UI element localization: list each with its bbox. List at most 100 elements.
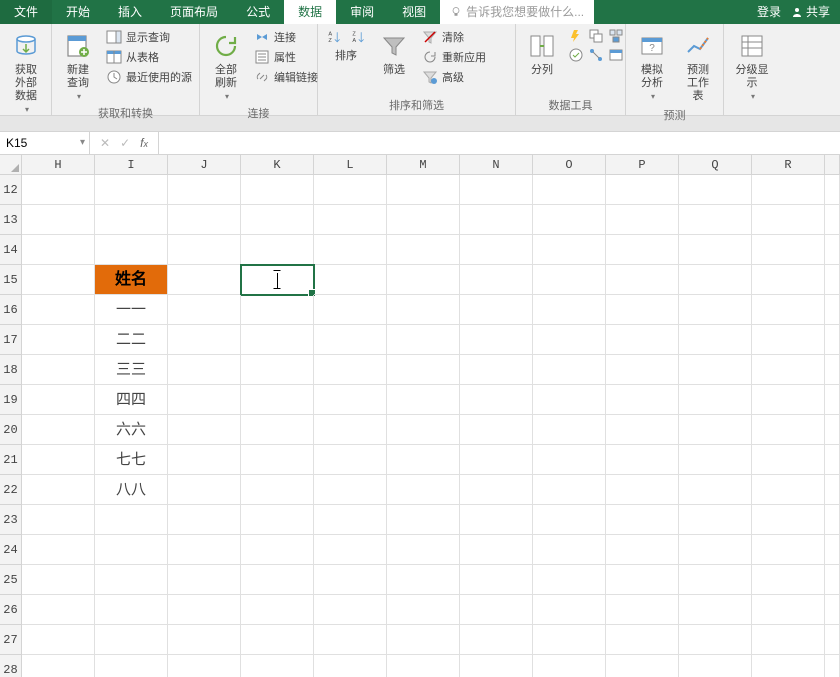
cell-I23[interactable] bbox=[95, 505, 168, 535]
cell-O13[interactable] bbox=[533, 205, 606, 235]
cell-I24[interactable] bbox=[95, 535, 168, 565]
tab-pagelayout[interactable]: 页面布局 bbox=[156, 0, 232, 24]
cell-J21[interactable] bbox=[168, 445, 241, 475]
cell-R13[interactable] bbox=[752, 205, 825, 235]
cell-H12[interactable] bbox=[22, 175, 95, 205]
cell-H17[interactable] bbox=[22, 325, 95, 355]
cell-H25[interactable] bbox=[22, 565, 95, 595]
cell-P28[interactable] bbox=[606, 655, 679, 677]
cell-L19[interactable] bbox=[314, 385, 387, 415]
cell-O23[interactable] bbox=[533, 505, 606, 535]
cell-J17[interactable] bbox=[168, 325, 241, 355]
column-header-P[interactable]: P bbox=[606, 155, 679, 174]
column-header-M[interactable]: M bbox=[387, 155, 460, 174]
cell-H13[interactable] bbox=[22, 205, 95, 235]
new-query-button[interactable]: 新建 查询 ▾ bbox=[58, 28, 98, 103]
cell-Q14[interactable] bbox=[679, 235, 752, 265]
row-header-18[interactable]: 18 bbox=[0, 355, 22, 385]
cell-P18[interactable] bbox=[606, 355, 679, 385]
cell-N12[interactable] bbox=[460, 175, 533, 205]
cell-Q22[interactable] bbox=[679, 475, 752, 505]
cell-L15[interactable] bbox=[314, 265, 387, 295]
cell-O25[interactable] bbox=[533, 565, 606, 595]
cell-N27[interactable] bbox=[460, 625, 533, 655]
cell-K25[interactable] bbox=[241, 565, 314, 595]
cell-L12[interactable] bbox=[314, 175, 387, 205]
cell-M21[interactable] bbox=[387, 445, 460, 475]
cell-N20[interactable] bbox=[460, 415, 533, 445]
cell-J18[interactable] bbox=[168, 355, 241, 385]
chevron-down-icon[interactable]: ▾ bbox=[80, 137, 85, 148]
cell-L23[interactable] bbox=[314, 505, 387, 535]
name-box[interactable]: ▾ bbox=[0, 132, 90, 154]
recent-sources-button[interactable]: 最近使用的源 bbox=[104, 68, 194, 86]
column-header-H[interactable]: H bbox=[22, 155, 95, 174]
refresh-all-button[interactable]: 全部刷新 ▾ bbox=[206, 28, 246, 103]
get-external-data-button[interactable]: 获取 外部数据 ▾ bbox=[6, 28, 46, 116]
tab-data[interactable]: 数据 bbox=[284, 0, 336, 24]
cell-J25[interactable] bbox=[168, 565, 241, 595]
edit-links-button[interactable]: 编辑链接 bbox=[252, 68, 320, 86]
cell-M22[interactable] bbox=[387, 475, 460, 505]
cell-H21[interactable] bbox=[22, 445, 95, 475]
row-header-21[interactable]: 21 bbox=[0, 445, 22, 475]
cell-L21[interactable] bbox=[314, 445, 387, 475]
cell-P19[interactable] bbox=[606, 385, 679, 415]
cell-J28[interactable] bbox=[168, 655, 241, 677]
cell-M20[interactable] bbox=[387, 415, 460, 445]
cell-Q23[interactable] bbox=[679, 505, 752, 535]
cell-N15[interactable] bbox=[460, 265, 533, 295]
cell-Q15[interactable] bbox=[679, 265, 752, 295]
tab-formulas[interactable]: 公式 bbox=[232, 0, 284, 24]
cell-R12[interactable] bbox=[752, 175, 825, 205]
cell-Q17[interactable] bbox=[679, 325, 752, 355]
cell-H20[interactable] bbox=[22, 415, 95, 445]
row-header-28[interactable]: 28 bbox=[0, 655, 22, 677]
cell-N24[interactable] bbox=[460, 535, 533, 565]
row-header-27[interactable]: 27 bbox=[0, 625, 22, 655]
cell-O21[interactable] bbox=[533, 445, 606, 475]
cell-Q21[interactable] bbox=[679, 445, 752, 475]
cell-O14[interactable] bbox=[533, 235, 606, 265]
cell-R17[interactable] bbox=[752, 325, 825, 355]
column-header-J[interactable]: J bbox=[168, 155, 241, 174]
outline-button[interactable]: 分级显示 ▾ bbox=[730, 28, 774, 103]
row-header-24[interactable]: 24 bbox=[0, 535, 22, 565]
cancel-formula-icon[interactable]: ✕ bbox=[100, 136, 110, 150]
cell-M17[interactable] bbox=[387, 325, 460, 355]
cell-I14[interactable] bbox=[95, 235, 168, 265]
cell-M16[interactable] bbox=[387, 295, 460, 325]
column-header-N[interactable]: N bbox=[460, 155, 533, 174]
cell-I18[interactable]: 三三 bbox=[95, 355, 168, 385]
cell-Q25[interactable] bbox=[679, 565, 752, 595]
advanced-filter-button[interactable]: 高级 bbox=[420, 68, 488, 86]
cell-Q20[interactable] bbox=[679, 415, 752, 445]
relationships-icon[interactable] bbox=[588, 47, 604, 63]
text-to-columns-button[interactable]: 分列 bbox=[522, 28, 562, 79]
cell-M27[interactable] bbox=[387, 625, 460, 655]
cell-Q27[interactable] bbox=[679, 625, 752, 655]
cell-O19[interactable] bbox=[533, 385, 606, 415]
whatif-analysis-button[interactable]: ? 模拟分析 ▾ bbox=[632, 28, 672, 103]
cell-N16[interactable] bbox=[460, 295, 533, 325]
cell-H14[interactable] bbox=[22, 235, 95, 265]
row-header-23[interactable]: 23 bbox=[0, 505, 22, 535]
cell-J22[interactable] bbox=[168, 475, 241, 505]
cell-L27[interactable] bbox=[314, 625, 387, 655]
cell-L26[interactable] bbox=[314, 595, 387, 625]
login-link[interactable]: 登录 bbox=[757, 3, 781, 20]
cell-Q16[interactable] bbox=[679, 295, 752, 325]
formula-input-wrap[interactable] bbox=[159, 132, 840, 154]
cell-R23[interactable] bbox=[752, 505, 825, 535]
manage-data-model-icon[interactable] bbox=[608, 47, 624, 63]
cell-H16[interactable] bbox=[22, 295, 95, 325]
properties-button[interactable]: 属性 bbox=[252, 48, 320, 66]
cell-O18[interactable] bbox=[533, 355, 606, 385]
column-header-O[interactable]: O bbox=[533, 155, 606, 174]
cell-L28[interactable] bbox=[314, 655, 387, 677]
row-header-16[interactable]: 16 bbox=[0, 295, 22, 325]
tab-view[interactable]: 视图 bbox=[388, 0, 440, 24]
cell-L20[interactable] bbox=[314, 415, 387, 445]
cell-O12[interactable] bbox=[533, 175, 606, 205]
cell-M23[interactable] bbox=[387, 505, 460, 535]
